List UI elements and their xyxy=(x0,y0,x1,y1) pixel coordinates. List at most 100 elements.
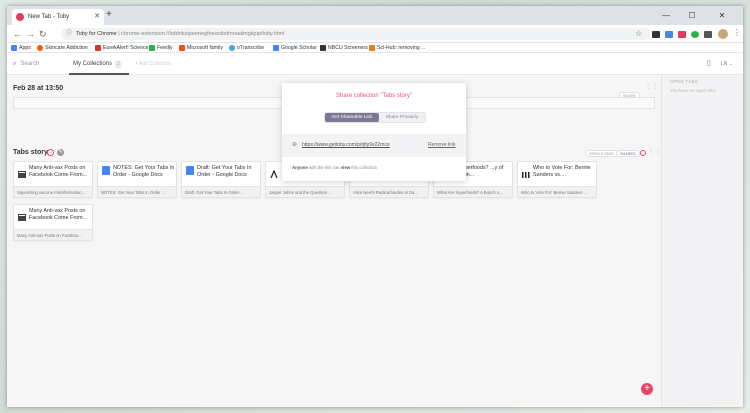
toby-favicon-icon xyxy=(16,13,24,21)
open-tabs-sidebar: OPEN TABS You have no open tabs xyxy=(661,75,743,407)
bookmark-star-icon[interactable]: ☆ xyxy=(635,29,642,39)
reload-icon[interactable]: ↻ xyxy=(39,28,47,40)
google-scholar-icon xyxy=(273,45,279,51)
extension-icon[interactable] xyxy=(678,31,686,38)
toby-app: ⌕ Search My Collections 2 + Add Collection… xyxy=(7,53,743,407)
address-bar-row: ← → ↻ ⓘ Toby for Chrome | chrome-extensi… xyxy=(7,25,743,43)
remove-link-button[interactable]: Remove link xyxy=(428,142,456,149)
search-input[interactable]: ⌕ Search xyxy=(13,59,39,69)
tab-card[interactable]: Many Anti-vax Posts on Facebook Come Fro… xyxy=(13,161,93,198)
card-title: Many Anti-vax Posts on Facebook Come Fro… xyxy=(29,165,88,178)
add-collection-fab[interactable]: + xyxy=(641,383,653,395)
avatar[interactable] xyxy=(718,29,728,39)
share-collection-dialog: Share collection "Tabs story" Get Sharea… xyxy=(282,83,466,181)
card-url: Alice Neel's Radical Nudes at Da... xyxy=(350,186,428,197)
nbcu-icon xyxy=(320,45,326,51)
card-url: What Are Superfoods? A Bunch o... xyxy=(434,186,512,197)
bookmark-item[interactable]: Apps xyxy=(11,43,31,53)
card-url: Many Anti-vax Posts on Faceboo... xyxy=(14,229,92,240)
sidebar-heading: OPEN TABS xyxy=(670,79,699,84)
browser-window: New Tab - Toby ✕ + — ☐ ✕ ← → ↻ ⓘ Toby fo… xyxy=(7,6,743,407)
microsoft-icon xyxy=(179,45,185,51)
url-path: chrome-extension://hddnkoipeenegfoeaoibd… xyxy=(121,31,285,37)
share-mode-toggle: Get Shareable Link Share Privately xyxy=(324,112,426,123)
card-title: Who to Vote For: Bernie Sanders vs.... xyxy=(533,165,591,178)
forward-icon[interactable]: → xyxy=(26,28,35,40)
bookmark-item[interactable]: Feedly xyxy=(149,43,173,53)
user-menu[interactable]: LN ⌄ xyxy=(721,59,733,69)
url-host: Toby for Chrome xyxy=(76,31,117,37)
app-toolbar: ⌕ Search My Collections 2 + Add Collection… xyxy=(7,53,743,75)
more-options-icon[interactable]: ⋮⋮ xyxy=(648,148,662,155)
eurekalert-icon xyxy=(95,45,101,51)
bookmark-item[interactable]: Microsoft family xyxy=(179,43,223,53)
tab-card[interactable]: Many Anti-vax Posts on Facebook Come Fro… xyxy=(13,204,93,241)
search-icon: ⌕ xyxy=(13,61,17,67)
tab-card[interactable]: Draft: Get Your Tabs In Order - Google D… xyxy=(181,161,261,198)
tab-my-collections[interactable]: My Collections 2 xyxy=(73,59,122,69)
bookmark-item[interactable]: NBCU Screeners xyxy=(320,43,368,53)
bookmarks-bar: Apps Skincare Addiction EurekAlert! Scie… xyxy=(7,43,743,53)
google-docs-icon xyxy=(186,166,194,175)
extension-icon[interactable] xyxy=(704,31,712,38)
share-link[interactable]: https://www.gettoby.com/p/qtly9v22rnce xyxy=(302,142,390,149)
site-info-icon[interactable]: ⓘ xyxy=(66,28,72,40)
tab-card[interactable]: Who to Vote For: Bernie Sanders vs.... W… xyxy=(517,161,597,198)
bookmark-item[interactable]: oTranscribe xyxy=(229,43,264,53)
extension-icon[interactable] xyxy=(691,31,699,38)
add-collection-button[interactable]: + Add Collection xyxy=(135,60,171,68)
edit-collection-icon[interactable]: ✎ xyxy=(57,149,64,156)
maximize-button[interactable]: ☐ xyxy=(681,6,703,25)
news-site-icon xyxy=(18,209,26,221)
extension-icon[interactable] xyxy=(665,31,673,38)
globe-icon: ⊕ xyxy=(292,142,298,148)
card-title: Many Anti-vax Posts on Facebook Come Fro… xyxy=(29,208,88,221)
delete-icon[interactable]: − xyxy=(640,150,646,156)
bookmark-item[interactable]: Skincare Addiction xyxy=(37,43,88,53)
card-url: NOTES: Get Your Tabs In Order ... xyxy=(98,186,176,197)
collection-count-badge: 2 xyxy=(115,61,122,68)
otranscribe-icon xyxy=(229,45,235,51)
feedly-icon xyxy=(149,45,155,51)
close-window-button[interactable]: ✕ xyxy=(711,6,733,25)
collections-panel: Feb 28 at 13:50 SHARE ⋮⋮ Tabs story − ✎ … xyxy=(7,75,661,407)
card-url: Draft: Get Your Tabs In Order ... xyxy=(182,186,260,197)
collection-title[interactable]: Feb 28 at 13:50 xyxy=(13,85,63,92)
sidebar-toggle-icon[interactable]: ▯ xyxy=(707,59,711,69)
tab-strip: New Tab - Toby ✕ + — ☐ ✕ xyxy=(7,6,743,25)
nyt-icon xyxy=(522,166,530,178)
extension-icon[interactable] xyxy=(652,31,660,38)
news-site-icon xyxy=(18,166,26,178)
back-icon[interactable]: ← xyxy=(13,28,22,40)
share-privately-button[interactable]: Share Privately xyxy=(379,113,425,122)
close-tab-icon[interactable]: ✕ xyxy=(94,9,100,25)
shared-badge[interactable]: SHARED xyxy=(616,150,640,157)
new-tab-button[interactable]: + xyxy=(106,9,112,21)
menu-icon[interactable]: ⋮ xyxy=(733,27,741,39)
get-shareable-link-button[interactable]: Get Shareable Link xyxy=(325,113,379,122)
open-tabs-button[interactable]: OPEN 9 TABS xyxy=(585,150,618,157)
card-url: Jasper Johns and the Question ... xyxy=(266,186,344,197)
sidebar-empty-text: You have no open tabs xyxy=(670,88,716,93)
card-title: NOTES: Get Your Tabs In Order - Google D… xyxy=(113,165,175,178)
bookmark-item[interactable]: Google Scholar xyxy=(273,43,317,53)
share-permission-note: Anyone with the link can view this colle… xyxy=(292,165,378,170)
share-link-row: ⊕ https://www.gettoby.com/p/qtly9v22rnce… xyxy=(282,134,466,157)
remove-collection-icon[interactable]: − xyxy=(47,149,54,156)
bookmark-item[interactable]: Sci-Hub: removing ... xyxy=(369,43,425,53)
minimize-button[interactable]: — xyxy=(655,6,677,25)
browser-tab[interactable]: New Tab - Toby ✕ xyxy=(12,9,104,25)
url-input[interactable]: ⓘ Toby for Chrome | chrome-extension://h… xyxy=(61,28,651,40)
card-title: Draft: Get Your Tabs In Order - Google D… xyxy=(197,165,252,178)
apps-icon xyxy=(11,45,17,51)
google-docs-icon xyxy=(102,166,110,175)
art-site-icon xyxy=(270,166,278,179)
dialog-title: Share collection "Tabs story" xyxy=(336,93,412,99)
card-url: Who to Vote For: Bernie Sanders ... xyxy=(518,186,596,197)
collection-title[interactable]: Tabs story xyxy=(13,149,48,156)
scihub-icon xyxy=(369,45,375,51)
bookmark-item[interactable]: EurekAlert! Science ... xyxy=(95,43,154,53)
card-url: Squelching vaccine misinformation... xyxy=(14,186,92,197)
more-options-icon[interactable]: ⋮⋮ xyxy=(645,83,659,90)
tab-card[interactable]: NOTES: Get Your Tabs In Order - Google D… xyxy=(97,161,177,198)
